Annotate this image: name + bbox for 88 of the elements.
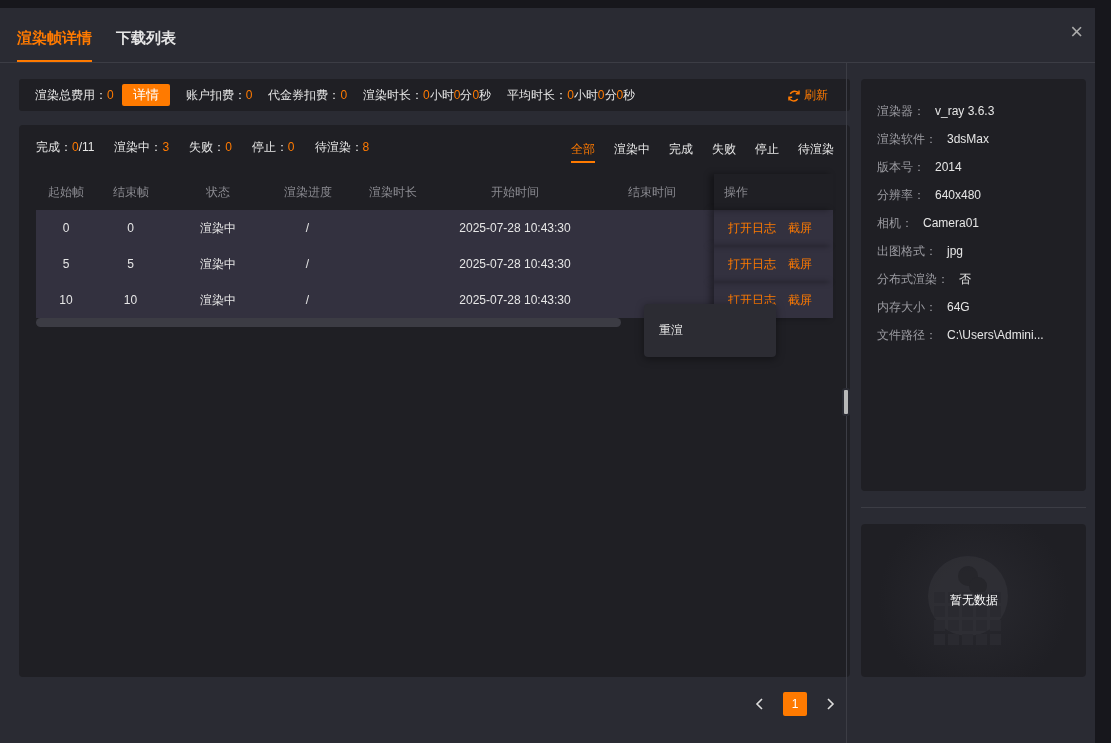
filter-tab[interactable]: 完成 — [669, 135, 693, 163]
stat-text: 渲染中：3 — [114, 138, 170, 156]
info-value: 64G — [947, 300, 970, 314]
next-page-button[interactable] — [824, 697, 836, 711]
column-header: 结束帧 — [111, 183, 150, 201]
table-cell: 0 — [127, 221, 134, 235]
summary-value: 分 — [604, 86, 617, 104]
column-header: 渲染时长 — [367, 183, 418, 201]
info-value: Camera01 — [923, 216, 980, 230]
stat-text: 待渲染：8 — [314, 138, 370, 156]
summary-value: 小时 — [429, 86, 454, 104]
summary-value: 小时 — [573, 86, 598, 104]
action-link[interactable]: 打开日志 — [728, 219, 776, 237]
table-cell: 0 — [62, 221, 70, 235]
info-value: 2014 — [935, 160, 962, 174]
info-value: 3dsMax — [947, 132, 990, 146]
empty-state-text: 暂无数据 — [949, 592, 998, 609]
stat-text: 完成：0/11 — [36, 138, 95, 156]
summary-value: 0 — [453, 88, 461, 102]
table-cell: 5 — [62, 257, 70, 271]
table-cell: 渲染中 — [199, 256, 236, 271]
info-label: 分辨率： — [877, 186, 925, 204]
summary-value: 0 — [567, 88, 574, 102]
info-label: 内存大小： — [877, 298, 937, 316]
filter-tab[interactable]: 渲染中 — [614, 135, 650, 163]
scrollbar[interactable] — [36, 318, 621, 327]
column-header: 渲染进度 — [282, 183, 333, 201]
table-cell: 10 — [123, 293, 138, 307]
summary-value: 0 — [423, 88, 430, 102]
info-label: 渲染软件： — [877, 130, 937, 148]
table-cell: 2025-07-28 10:43:30 — [459, 293, 571, 307]
summary-text: 平均时长： — [507, 86, 568, 104]
summary-value: 秒 — [479, 86, 492, 104]
column-header: 开始时间 — [490, 183, 540, 201]
tab[interactable]: 下载列表 — [116, 29, 176, 62]
summary-value: 秒 — [623, 86, 636, 104]
info-value: C:\Users\Admini... — [947, 328, 1044, 342]
info-label: 渲染器： — [877, 102, 925, 120]
summary-value: 分 — [460, 86, 473, 104]
info-label: 版本号： — [877, 158, 925, 176]
tab[interactable]: 渲染帧详情 — [17, 29, 92, 62]
table-cell: 10 — [59, 293, 73, 307]
action-link[interactable]: 打开日志 — [728, 255, 776, 273]
info-label: 分布式渲染： — [877, 270, 949, 288]
table-cell: 2025-07-28 10:43:30 — [459, 257, 571, 271]
column-header: 操作 — [723, 183, 748, 201]
info-value: jpg — [947, 244, 963, 258]
summary-value: 0 — [340, 88, 348, 102]
table-cell: 渲染中 — [199, 292, 236, 307]
summary-value: 0 — [616, 88, 624, 102]
info-label: 文件路径： — [877, 326, 937, 344]
refresh-button[interactable]: 刷新 — [782, 85, 834, 105]
summary-text: 渲染时长： — [363, 86, 424, 104]
info-value: 否 — [959, 270, 971, 288]
column-header: 起始帧 — [47, 183, 85, 201]
menu-item[interactable]: 重渲 — [659, 322, 683, 339]
action-link[interactable]: 截屏 — [788, 219, 812, 237]
summary-text: 渲染总费用： — [35, 86, 107, 104]
table-cell: 渲染中 — [199, 220, 236, 235]
stat-text: 失败：0 — [189, 138, 232, 156]
filter-tab[interactable]: 待渲染 — [798, 135, 834, 163]
filter-tab[interactable]: 停止 — [755, 135, 779, 163]
summary-text: 代金券扣费： — [268, 86, 341, 104]
summary-text: 账户扣费： — [185, 86, 246, 104]
table-cell: / — [305, 257, 310, 271]
filter-tab[interactable]: 失败 — [712, 135, 736, 163]
close-button[interactable]: × — [1064, 20, 1089, 44]
table-cell: / — [305, 221, 310, 235]
summary-value: 0 — [472, 88, 480, 102]
action-link[interactable]: 截屏 — [788, 255, 812, 273]
action-link[interactable]: 截屏 — [788, 291, 812, 309]
filter-tab[interactable]: 全部 — [571, 135, 595, 163]
previous-page-button[interactable] — [754, 697, 766, 711]
summary-value: 0 — [107, 88, 114, 102]
refresh-icon — [788, 88, 800, 102]
info-label: 出图格式： — [877, 242, 937, 260]
resize-handle[interactable] — [842, 388, 850, 416]
column-header: 结束时间 — [627, 183, 677, 201]
info-value: 640x480 — [935, 188, 982, 202]
table-cell: 2025-07-28 10:43:30 — [459, 221, 571, 235]
summary-value: 0 — [245, 88, 253, 102]
table-cell: / — [305, 293, 310, 307]
table-cell: 5 — [127, 257, 134, 271]
column-header: 状态 — [204, 183, 231, 201]
summary-value: 0 — [597, 88, 605, 102]
stat-text: 停止：0 — [251, 138, 295, 156]
info-value: v_ray 3.6.3 — [935, 104, 995, 118]
info-label: 相机： — [877, 214, 913, 232]
